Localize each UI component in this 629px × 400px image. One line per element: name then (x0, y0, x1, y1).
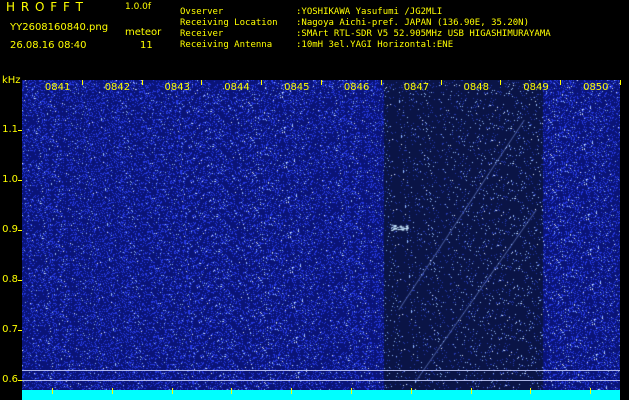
y-tick-mark (18, 280, 22, 281)
info-label-observer: Ovserver (180, 7, 224, 17)
y-tick-label: 1.0 (2, 174, 18, 185)
x-tick-mark-bottom (111, 388, 113, 394)
y-tick-label: 1.1 (2, 124, 18, 135)
info-label-antenna: Receiving Antenna (180, 40, 273, 50)
x-tick-label: 0844 (224, 82, 250, 93)
x-tick-label: 0848 (463, 82, 489, 93)
x-tick-mark-bottom (231, 388, 233, 394)
x-tick-label: 0842 (104, 82, 131, 93)
x-tick-label: 0847 (403, 82, 430, 93)
y-axis-unit: kHz (2, 75, 21, 86)
x-tick-mark (500, 80, 502, 85)
meteor-count: 11 (140, 40, 153, 51)
info-value-location: :Nagoya Aichi-pref. JAPAN (136.90E, 35.2… (296, 18, 529, 28)
info-value-antenna: :10mH 3el.YAGI Horizontal:ENE (296, 40, 454, 50)
x-tick-mark (321, 80, 322, 85)
y-tick-label: 0.7 (2, 324, 18, 335)
y-tick-mark (18, 180, 22, 181)
app-version: 1.0.0f (125, 2, 152, 12)
info-label-receiver: Receiver (180, 29, 224, 39)
hrofft-screen: H R O F F T 1.0.0f YY2608160840.png mete… (0, 0, 629, 400)
x-tick-mark-bottom (530, 388, 532, 394)
x-tick-mark (620, 80, 621, 85)
x-tick-mark (201, 80, 203, 85)
x-tick-mark-bottom (470, 388, 472, 394)
x-tick-mark (261, 80, 263, 85)
y-tick-mark (18, 130, 22, 131)
x-tick-mark-bottom (590, 388, 592, 394)
capture-datetime: 26.08.16 08:40 (10, 40, 87, 51)
reference-line-upper (22, 370, 620, 371)
y-tick-label: 0.6 (2, 374, 18, 385)
x-tick-label: 0841 (44, 82, 71, 93)
y-tick-mark (18, 380, 22, 381)
info-label-location: Receiving Location (180, 18, 278, 28)
x-tick-mark-bottom (410, 388, 412, 394)
app-title: H R O F F T (6, 0, 85, 14)
info-value-observer: :YOSHIKAWA Yasufumi /JG2MLI (296, 7, 443, 17)
reference-line-lower (22, 380, 620, 381)
x-tick-mark-bottom (291, 388, 293, 394)
y-tick-mark (18, 330, 22, 331)
info-value-receiver: :SMArt RTL-SDR V5 52.905MHz USB HIGASHIM… (296, 29, 551, 39)
x-tick-mark-bottom (350, 388, 352, 394)
y-tick-label: 0.8 (2, 274, 18, 285)
spectrogram-canvas (22, 80, 620, 390)
x-tick-mark (440, 80, 442, 85)
x-tick-label: 0846 (343, 82, 370, 93)
x-tick-mark-bottom (51, 388, 53, 394)
x-tick-mark (81, 80, 83, 85)
x-tick-label: 0850 (583, 82, 609, 93)
x-tick-label: 0843 (164, 82, 190, 93)
x-tick-label: 0849 (523, 82, 549, 93)
y-tick-mark (18, 230, 22, 231)
x-tick-mark (380, 80, 382, 85)
x-tick-mark (141, 80, 143, 85)
x-tick-mark (560, 80, 562, 85)
y-tick-label: 0.9 (2, 224, 18, 235)
x-tick-mark-bottom (171, 388, 173, 394)
mode-label: meteor (125, 27, 162, 38)
x-tick-label: 0845 (284, 82, 310, 93)
spectrogram (22, 80, 620, 390)
file-name: YY2608160840.png (10, 22, 109, 33)
